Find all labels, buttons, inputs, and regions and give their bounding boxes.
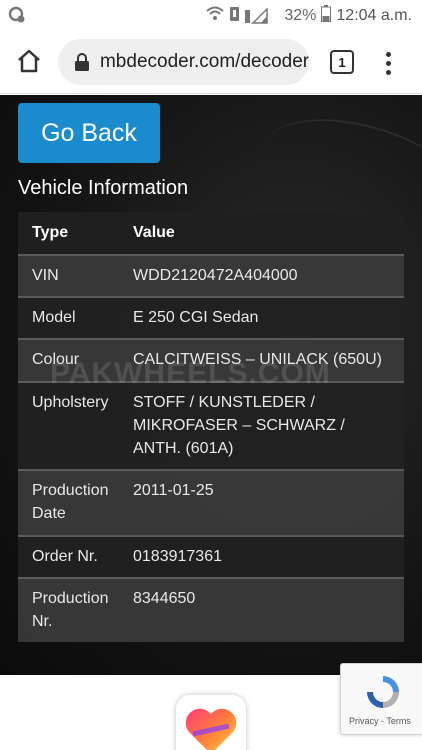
address-bar[interactable]: mbdecoder.com/decoder [58, 39, 309, 85]
signal-icon [245, 8, 279, 24]
recaptcha-links[interactable]: Privacy - Terms [349, 716, 411, 726]
row-type: Upholstery [32, 393, 109, 411]
row-value: E 250 CGI Sedan [133, 309, 259, 327]
browser-toolbar: mbdecoder.com/decoder 1 [0, 30, 422, 94]
column-header-value: Value [121, 212, 404, 255]
table-row: Model E 250 CGI Sedan [18, 297, 404, 340]
tab-switcher-button[interactable]: 1 [330, 50, 354, 74]
app-shortcut-button[interactable] [176, 695, 246, 750]
home-icon [18, 49, 40, 73]
table-row: Production Nr. 8344650 [18, 577, 404, 643]
row-value: 0183917361 [133, 547, 222, 565]
clock: 12:04 a.m. [336, 7, 412, 24]
menu-dot [385, 69, 391, 75]
menu-dot [385, 60, 391, 66]
row-type: Production Date [32, 482, 109, 523]
table-row: Production Date 2011-01-25 [18, 470, 404, 536]
tab-count: 1 [338, 54, 346, 70]
row-value: 2011-01-25 [133, 482, 214, 500]
row-value: 8344650 [133, 589, 196, 607]
status-bar: 32% 12:04 a.m. [0, 0, 422, 30]
lock-icon [72, 51, 92, 73]
row-type: Order Nr. [32, 547, 98, 565]
sim-icon [229, 6, 240, 27]
go-back-button[interactable]: Go Back [18, 103, 160, 163]
wifi-icon [206, 6, 225, 27]
url-text: mbdecoder.com/decoder [99, 51, 309, 72]
table-row: Order Nr. 0183917361 [18, 535, 404, 578]
overflow-menu-button[interactable] [378, 48, 398, 78]
row-type: VIN [32, 267, 59, 284]
row-value: WDD2120472A404000 [133, 267, 298, 284]
heart-icon [185, 708, 237, 750]
home-button[interactable] [14, 46, 44, 76]
column-header-type: Type [18, 212, 121, 255]
table-header-row: Type Value [18, 212, 404, 255]
page-content: Go Back Vehicle Information Type Value V… [0, 95, 422, 675]
row-type: Production Nr. [32, 589, 109, 630]
notification-icon [8, 6, 26, 29]
recaptcha-badge[interactable]: Privacy - Terms [340, 663, 422, 735]
watermark: PAKWHEELS.COM [50, 357, 331, 390]
section-title: Vehicle Information [18, 177, 189, 199]
table-row: VIN WDD2120472A404000 [18, 255, 404, 298]
menu-dot [385, 51, 391, 57]
row-type: Model [32, 309, 76, 327]
table-row: Upholstery STOFF / KUNSTLEDER / MIKROFAS… [18, 381, 404, 471]
recaptcha-icon [367, 676, 399, 708]
battery-percent: 32% [284, 7, 317, 24]
row-value: STOFF / KUNSTLEDER / MIKROFASER – SCHWAR… [133, 393, 345, 457]
vehicle-info-table: Type Value VIN WDD2120472A404000 Model E… [18, 212, 404, 643]
battery-icon [321, 5, 332, 27]
